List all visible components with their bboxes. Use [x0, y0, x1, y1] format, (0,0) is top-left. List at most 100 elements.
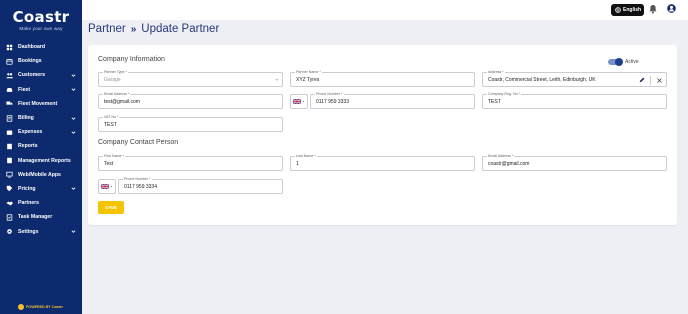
car-icon [6, 87, 13, 93]
sidebar-item-task-manager[interactable]: Task Manager [0, 210, 82, 224]
contact-person-title: Company Contact Person [98, 139, 179, 146]
breadcrumb-current: Update Partner [141, 23, 220, 35]
last-name-field[interactable]: Last Name * 1 [290, 154, 475, 171]
company-phone-field[interactable]: Phone Number * 0117 959 3333 [310, 92, 475, 109]
truck-icon [6, 101, 13, 107]
sidebar-item-customers[interactable]: Customers [0, 68, 82, 82]
sidebar-item-label: Dashboard [18, 44, 46, 51]
contact-email-field[interactable]: Email Address * coastr@gmail.com [482, 154, 667, 171]
sidebar-nav: Dashboard Bookings Customers Fleet Fleet Mov… [0, 40, 82, 239]
chevron-down-icon [71, 186, 77, 192]
powered-by-text: POWERED BY Coastr [26, 305, 63, 309]
customers-icon [6, 72, 13, 79]
partner-name-label: Partner Name * [295, 70, 322, 74]
sidebar-item-fleet[interactable]: Fleet [0, 83, 82, 97]
company-phone-label: Phone Number * [315, 92, 344, 96]
contact-country-code-select[interactable] [98, 179, 116, 194]
sidebar-item-label: Partners [18, 200, 40, 207]
toggle-knob [615, 58, 623, 66]
address-tools [637, 75, 664, 85]
handshake-icon [6, 200, 13, 206]
sidebar-item-web-mobile-apps[interactable]: Web/Mobile Apps [0, 168, 82, 182]
contact-phone-value: 0117 959 3334 [124, 184, 157, 190]
top-bar [82, 0, 688, 20]
sidebar-item-label: Customers [18, 72, 46, 79]
sidebar-item-partners[interactable]: Partners [0, 196, 82, 210]
company-reg-field[interactable]: Company Reg. No * TEST [482, 92, 667, 109]
sidebar-item-reports[interactable]: Reports [0, 139, 82, 153]
sidebar-item-settings[interactable]: Settings [0, 224, 82, 238]
company-info-title: Company Information [98, 56, 165, 63]
coastr-badge-icon [18, 304, 24, 310]
sidebar-item-management-reports[interactable]: Management Reports [0, 154, 82, 168]
active-toggle[interactable] [608, 58, 623, 66]
address-label: Address * [487, 70, 505, 74]
tag-icon [6, 186, 13, 192]
address-field[interactable]: Address * Coastr, Commercial Street, Lei… [482, 70, 667, 87]
bookings-icon [6, 58, 13, 65]
company-email-value: test@gmail.com [104, 99, 140, 105]
sidebar-item-label: Web/Mobile Apps [18, 171, 61, 178]
sidebar-item-label: Pricing [18, 185, 36, 192]
billing-icon [6, 114, 13, 122]
breadcrumb-separator: » [130, 23, 137, 35]
company-reg-value: TEST [488, 99, 501, 105]
company-reg-label: Company Reg. No * [487, 92, 521, 96]
breadcrumb-parent[interactable]: Partner [88, 23, 126, 35]
gear-icon [6, 229, 13, 235]
sidebar-item-label: Billing [18, 115, 34, 122]
user-avatar-icon[interactable] [667, 4, 676, 13]
contact-phone-field[interactable]: Phone Number * 0117 959 3334 [118, 177, 283, 194]
vat-value: TEST [104, 122, 117, 128]
first-name-field[interactable]: First Name * Test [98, 154, 283, 171]
company-email-field[interactable]: Email Address * test@gmail.com [98, 92, 283, 109]
sidebar-item-billing[interactable]: Billing [0, 111, 82, 125]
partner-type-select[interactable]: Partner Type * Garage [98, 70, 283, 87]
chevron-down-icon [71, 87, 77, 93]
page-title: Partner » Update Partner [88, 23, 219, 35]
sidebar-item-fleet-movement[interactable]: Fleet Movement [0, 97, 82, 111]
country-code-select[interactable] [290, 94, 308, 109]
save-button[interactable]: SAVE [98, 201, 124, 214]
logo-wordmark: Coastr [12, 8, 70, 26]
sidebar-item-dashboard[interactable]: Dashboard [0, 40, 82, 54]
sidebar-item-label: Fleet [18, 86, 31, 93]
company-phone-value: 0117 959 3333 [316, 99, 349, 105]
chevron-down-icon [71, 115, 77, 121]
pencil-icon[interactable] [637, 75, 647, 85]
company-email-label: Email Address * [103, 92, 131, 96]
reports-icon [6, 143, 13, 150]
sidebar-item-expenses[interactable]: Expenses [0, 125, 82, 139]
chevron-down-icon [71, 72, 77, 78]
globe-icon [615, 7, 621, 13]
uk-flag-icon [101, 184, 109, 189]
language-label: English [623, 7, 642, 13]
partner-name-field[interactable]: Partner Name * XYZ Tyres [290, 70, 475, 87]
sidebar-item-bookings[interactable]: Bookings [0, 54, 82, 68]
chevron-down-icon [71, 129, 77, 135]
sidebar-item-label: Fleet Movement [18, 100, 58, 107]
sidebar-item-label: Settings [18, 228, 39, 235]
chevron-down-icon [71, 229, 77, 235]
caret-down-icon [110, 186, 113, 187]
logo[interactable]: Coastr Make your own way [6, 9, 76, 31]
sidebar-item-pricing[interactable]: Pricing [0, 182, 82, 196]
partner-type-value: Garage [104, 77, 121, 83]
language-button[interactable]: English [611, 4, 644, 16]
divider [650, 75, 651, 85]
caret-down-icon [275, 79, 279, 81]
last-name-value: 1 [296, 161, 299, 167]
first-name-value: Test [104, 161, 114, 167]
close-icon[interactable] [654, 75, 664, 85]
dashboard-icon [6, 44, 13, 50]
contact-email-label: Email Address * [487, 154, 515, 158]
vat-field[interactable]: VAT No * TEST [98, 115, 283, 132]
task-icon [6, 214, 13, 221]
caret-down-icon [302, 101, 305, 102]
address-value: Coastr, Commercial Street, Leith, Edinbu… [488, 77, 596, 83]
partner-name-value: XYZ Tyres [296, 77, 320, 83]
logo-tagline: Make your own way [19, 26, 63, 31]
powered-by: POWERED BY Coastr [18, 304, 63, 310]
bell-icon[interactable] [649, 4, 657, 14]
uk-flag-icon [293, 99, 301, 104]
